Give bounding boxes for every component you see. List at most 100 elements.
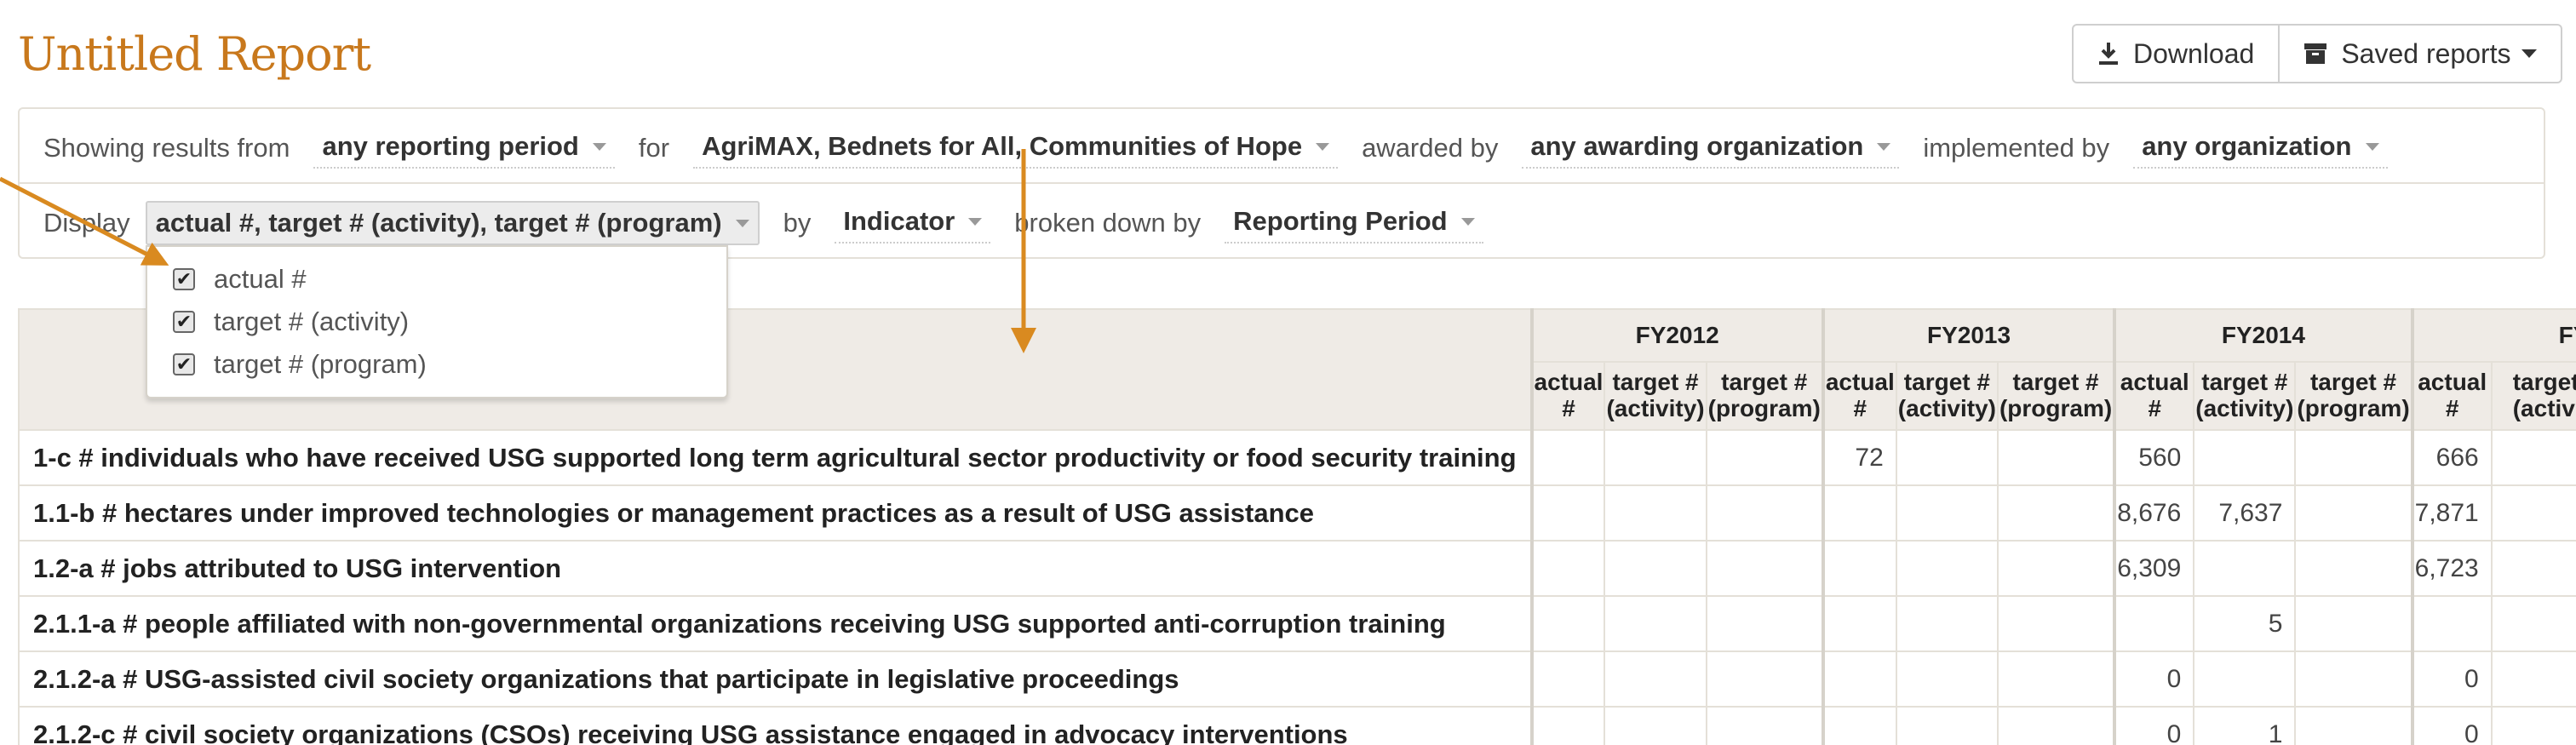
value-cell [2294,650,2413,708]
download-label: Download [2133,37,2255,69]
value-cell [1996,650,2116,708]
value-cell [1529,484,1606,542]
value-cell: 8,676 [2113,484,2195,542]
value-cell [2294,484,2413,542]
option-label: actual # [214,264,307,294]
breakdown-value: Reporting Period [1233,206,1448,236]
showing-label: Showing results from [43,133,290,163]
period-value: any reporting period [322,131,579,161]
value-cell [2294,540,2413,597]
value-cell [1604,706,1707,745]
value-cell [1895,484,1999,542]
column-header: actual # [1529,361,1606,431]
indicator-label[interactable]: 1-c # individuals who have received USG … [18,429,1534,486]
indicator-label[interactable]: 2.1.1-a # people affiliated with non-gov… [18,595,1534,652]
value-cell [2193,429,2297,486]
filter-panel: Showing results from any reporting perio… [18,107,2545,259]
value-cell [2490,650,2576,708]
value-cell [1895,540,1999,597]
value-cell [1705,540,1824,597]
display-option-actual[interactable]: ✔ actual # [173,264,307,295]
value-cell [1529,429,1606,486]
value-cell [1996,429,2116,486]
year-header: FY [2410,308,2576,363]
indicator-label[interactable]: 2.1.2-c # civil society organizations (C… [18,706,1534,745]
filter-row-display: Display actual #, target # (activity), t… [43,201,1507,245]
archive-box-icon [2303,42,2327,66]
table-row: 1.2-a # jobs attributed to USG intervent… [18,540,2576,597]
display-select[interactable]: actual #, target # (activity), target # … [145,201,760,245]
column-header: target # (program) [1705,361,1824,431]
value-cell [1604,484,1707,542]
value-cell [1705,706,1824,745]
value-cell [1705,595,1824,652]
value-cell [1604,650,1707,708]
value-cell [1705,650,1824,708]
display-dropdown-menu: ✔ actual # ✔ target # (activity) ✔ targe… [146,245,728,398]
page-title: Untitled Report [18,27,371,81]
filter-divider [20,182,2544,184]
value-cell: 5 [2193,595,2297,652]
value-cell: 0 [2410,650,2493,708]
value-cell [1821,484,1897,542]
value-cell [1895,429,1999,486]
indicator-label[interactable]: 1.1-b # hectares under improved technolo… [18,484,1534,542]
saved-reports-label: Saved reports [2341,37,2511,69]
implementing-org-select[interactable]: any organization [2133,128,2388,169]
value-cell [2490,540,2576,597]
display-option-target-program[interactable]: ✔ target # (program) [173,349,427,380]
value-cell [2113,595,2195,652]
value-cell: 6,723 [2410,540,2493,597]
indicator-label[interactable]: 2.1.2-a # USG-assisted civil society org… [18,650,1534,708]
value-cell [1705,484,1824,542]
implementing-value: any organization [2142,131,2352,161]
activities-value: AgriMAX, Bednets for All, Communities of… [702,131,1303,161]
value-cell: 666 [2410,429,2493,486]
checkbox-checked[interactable]: ✔ [173,311,195,333]
checkbox-checked[interactable]: ✔ [173,353,195,375]
indicator-label[interactable]: 1.2-a # jobs attributed to USG intervent… [18,540,1534,597]
activities-select[interactable]: AgriMAX, Bednets for All, Communities of… [693,128,1339,169]
value-cell: 1 [2193,706,2297,745]
checkbox-checked[interactable]: ✔ [173,268,195,290]
year-header: FY2012 [1529,308,1824,363]
value-cell [1821,595,1897,652]
column-header: target # (activity) [1604,361,1707,431]
value-cell [2193,540,2297,597]
table-row: 2.1.2-a # USG-assisted civil society org… [18,650,2576,708]
chevron-down-icon [1460,217,1475,226]
value-cell [1604,595,1707,652]
download-icon [2097,41,2120,66]
column-header: actual # [1821,361,1897,431]
display-option-target-activity[interactable]: ✔ target # (activity) [173,307,409,337]
value-cell: 0 [2113,650,2195,708]
option-label: target # (activity) [214,307,410,336]
value-cell [2490,484,2576,542]
value-cell [1895,650,1999,708]
by-label: by [783,208,812,238]
option-label: target # (program) [214,349,427,379]
group-by-select[interactable]: Indicator [835,203,991,244]
chevron-down-icon [2521,49,2537,58]
chevron-down-icon [968,217,983,226]
value-cell: 7,871 [2410,484,2493,542]
display-value: actual #, target # (activity), target # … [155,208,722,238]
value-cell [1705,429,1824,486]
period-select[interactable]: any reporting period [313,128,615,169]
awarding-org-select[interactable]: any awarding organization [1522,128,1900,169]
awarding-value: any awarding organization [1530,131,1864,161]
value-cell [1821,650,1897,708]
value-cell: 7,637 [2193,484,2297,542]
year-header: FY2014 [2113,308,2413,363]
implemented-label: implemented by [1923,133,2110,163]
table-row: 1-c # individuals who have received USG … [18,429,2576,486]
saved-reports-button[interactable]: Saved reports [2280,24,2562,83]
chevron-down-icon [592,142,606,151]
breakdown-select[interactable]: Reporting Period [1225,203,1483,244]
value-cell [1529,595,1606,652]
download-button[interactable]: Download [2072,24,2281,83]
value-cell: 0 [2113,706,2195,745]
column-header: target # (program) [2294,361,2413,431]
year-header: FY2013 [1821,308,2116,363]
column-header: target # (program) [1996,361,2116,431]
